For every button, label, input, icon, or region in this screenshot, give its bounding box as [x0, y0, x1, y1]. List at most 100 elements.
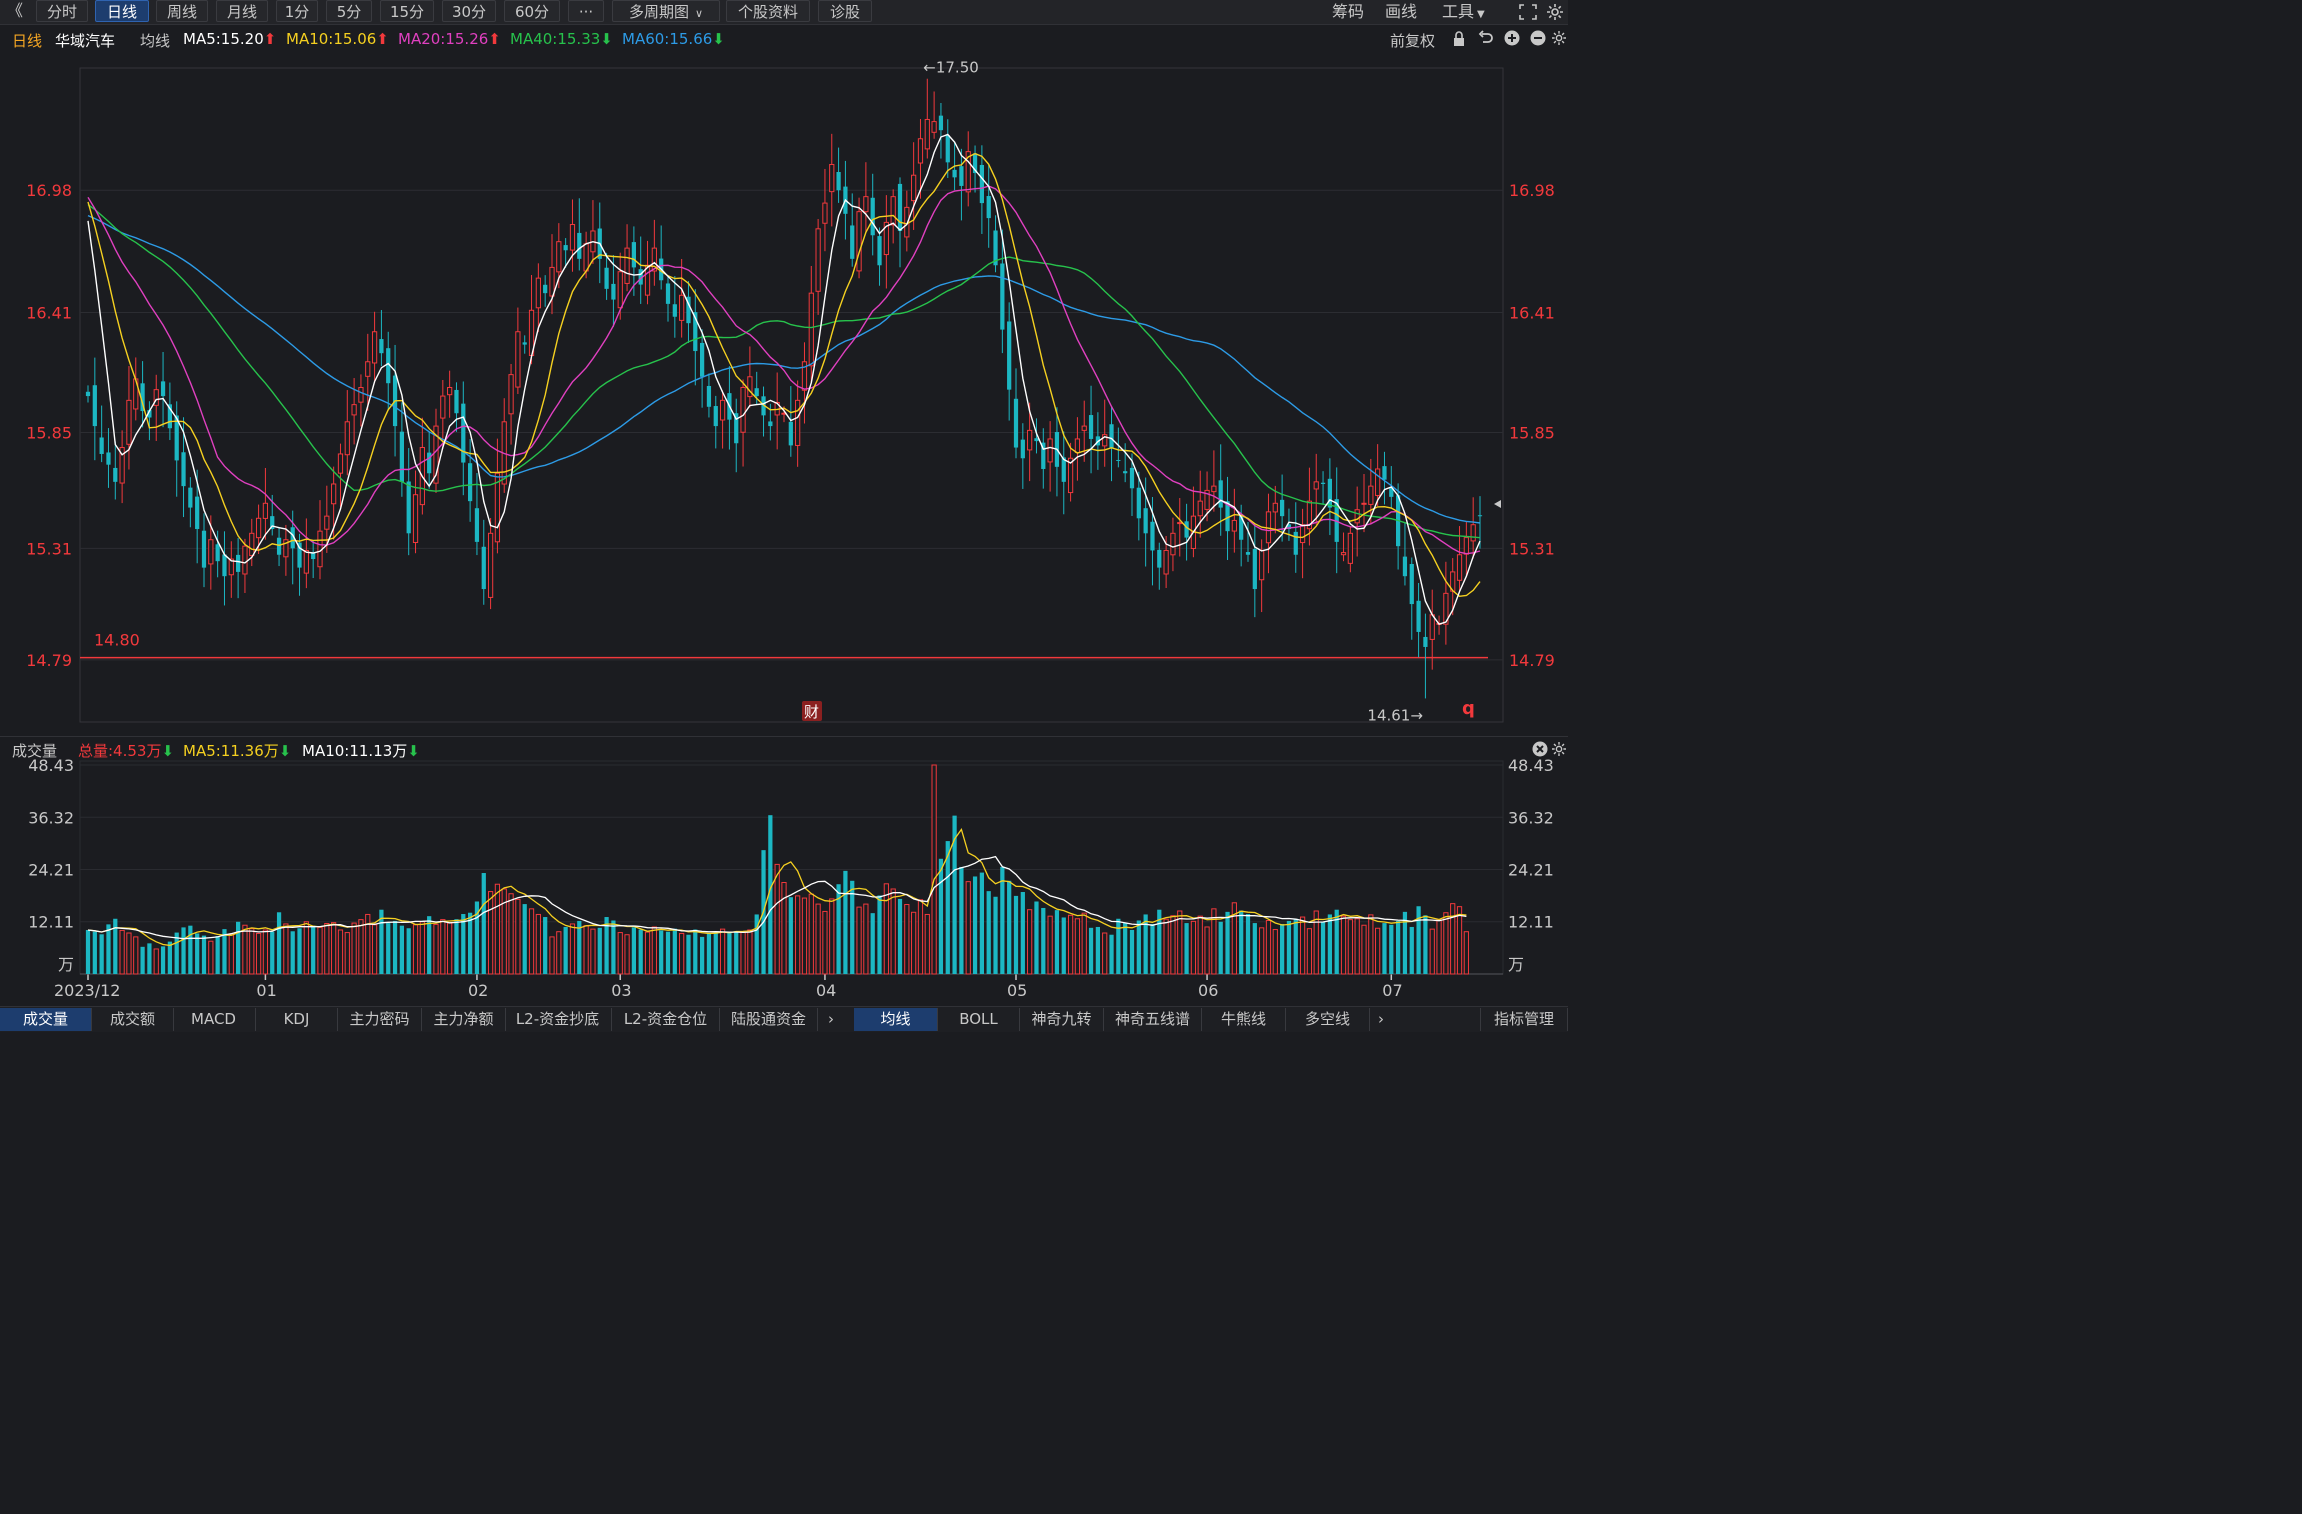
candle-body-up: [344, 421, 350, 456]
candle-body-up: [535, 277, 541, 309]
volume-bar-up: [583, 925, 589, 975]
volume-bar-up: [1027, 909, 1033, 975]
indicator-manage-button[interactable]: 指标管理: [1480, 1008, 1568, 1031]
indicator-tab-7[interactable]: L2-资金仓位: [612, 1008, 720, 1031]
overlay-tab-1[interactable]: BOLL: [938, 1008, 1020, 1031]
volume-bar-up: [829, 898, 835, 975]
indicator-tab-4[interactable]: 主力密码: [338, 1008, 422, 1031]
volume-bar-down: [522, 904, 527, 974]
indicator-tab-0[interactable]: 成交量: [0, 1008, 92, 1031]
volume-bar-down: [870, 913, 875, 974]
volume-bar-up: [556, 931, 562, 975]
candle-body-down: [897, 183, 903, 231]
indicator-tab-1[interactable]: 成交额: [92, 1008, 174, 1031]
overlay-tab-0[interactable]: 均线: [854, 1008, 938, 1031]
volume-bar-up: [515, 898, 521, 975]
volume-bar-down: [979, 872, 984, 974]
volume-tick-left: 24.21: [28, 861, 74, 880]
volume-bar-up: [412, 924, 419, 975]
volume-bar-down: [693, 929, 698, 974]
volume-bar-up: [1340, 915, 1347, 975]
candle-body-up: [583, 243, 589, 272]
overlay-tab-4[interactable]: 牛熊线: [1202, 1008, 1286, 1031]
volume-bar-up: [651, 926, 657, 975]
candle-body-down: [1423, 636, 1428, 647]
candle-body-down: [706, 385, 712, 407]
candle-body-down: [665, 283, 671, 304]
price-tick-right: 15.85: [1509, 424, 1555, 443]
volume-bar-up: [931, 764, 937, 975]
stock-chart[interactable]: 16.98 16.98 16.41 16.41 15.85 15.85 15.31 15.31…: [0, 0, 1568, 1006]
candle-body-up: [365, 361, 371, 377]
overlay-tab-5[interactable]: 多空线: [1286, 1008, 1370, 1031]
volume-bar-down: [1252, 923, 1257, 974]
candle-body-up: [337, 453, 344, 474]
candle-body-down: [468, 463, 473, 502]
volume-bar-down: [700, 936, 705, 974]
candle-body-up: [1456, 554, 1463, 581]
volume-bar-up: [1361, 924, 1367, 975]
overlay-tab-2[interactable]: 神奇九转: [1020, 1008, 1104, 1031]
volume-bar-up: [1368, 914, 1374, 975]
volume-bar-up: [569, 923, 576, 975]
volume-bar-down: [706, 933, 712, 974]
candle-body-down: [877, 236, 882, 266]
volume-bar-up: [883, 883, 889, 975]
candle-body-down: [1061, 457, 1066, 482]
volume-bar-up: [1272, 929, 1278, 975]
volume-bar-down: [713, 931, 718, 974]
volume-bar-up: [1074, 918, 1081, 975]
indicator-tab-6[interactable]: L2-资金抄底: [504, 1008, 612, 1031]
candle-body-up: [412, 494, 419, 544]
volume-bar-down: [140, 946, 145, 974]
volume-bar-up: [965, 881, 971, 975]
volume-unit-right: 万: [1508, 955, 1524, 974]
candle-body-down: [1402, 556, 1408, 577]
price-tick-left: 15.31: [26, 539, 72, 558]
volume-bar-up: [249, 928, 255, 975]
volume-bar-down: [945, 841, 950, 974]
candle-body-down: [1293, 531, 1298, 555]
volume-bar-up: [781, 882, 787, 975]
volume-bar-down: [1218, 921, 1223, 974]
candle-body-down: [611, 283, 616, 300]
volume-bar-up: [494, 883, 501, 975]
candle-body-down: [1157, 549, 1162, 568]
volume-bar-up: [331, 922, 337, 975]
price-tick-left: 16.41: [26, 303, 72, 322]
volume-bar-up: [808, 893, 814, 975]
volume-bar-up: [1299, 916, 1306, 975]
volume-bar-down: [1389, 924, 1394, 974]
indicator-tab-3[interactable]: KDJ: [256, 1008, 338, 1031]
candle-body-down: [631, 242, 636, 268]
volume-bar-up: [1163, 918, 1169, 975]
tabs-scroll-right[interactable]: ›: [820, 1008, 842, 1031]
candle-body-up: [1375, 468, 1381, 496]
indicator-tab-5[interactable]: 主力净额: [422, 1008, 506, 1031]
volume-bar-down: [897, 898, 903, 974]
volume-bar-up: [1354, 918, 1360, 975]
indicator-tab-8[interactable]: 陆股通资金: [720, 1008, 818, 1031]
candle-body-down: [672, 304, 677, 317]
candle-body-down: [181, 452, 186, 487]
candle-body-down: [1327, 478, 1332, 508]
candle-body-down: [577, 232, 582, 259]
candle-body-down: [788, 421, 793, 446]
overlay-tab-3[interactable]: 神奇五线谱: [1104, 1008, 1202, 1031]
volume-bar-down: [399, 925, 404, 974]
volume-bar-down: [1143, 914, 1148, 974]
volume-bar-up: [133, 936, 139, 975]
candle-body-down: [474, 508, 480, 542]
candle-body-up: [447, 386, 453, 396]
tabs-right-scroll[interactable]: ›: [1370, 1008, 1392, 1031]
volume-tick-right: 36.32: [1508, 808, 1554, 827]
volume-bar-up: [1190, 920, 1197, 975]
candle-body-down: [1252, 549, 1257, 590]
volume-bar-up: [856, 906, 862, 975]
indicator-tab-2[interactable]: MACD: [172, 1008, 256, 1031]
volume-bar-down: [85, 929, 91, 974]
volume-bar-down: [392, 920, 398, 974]
candle-body-up: [1027, 429, 1033, 451]
volume-bar-down: [1013, 895, 1019, 974]
candle-body-down: [1123, 471, 1128, 474]
